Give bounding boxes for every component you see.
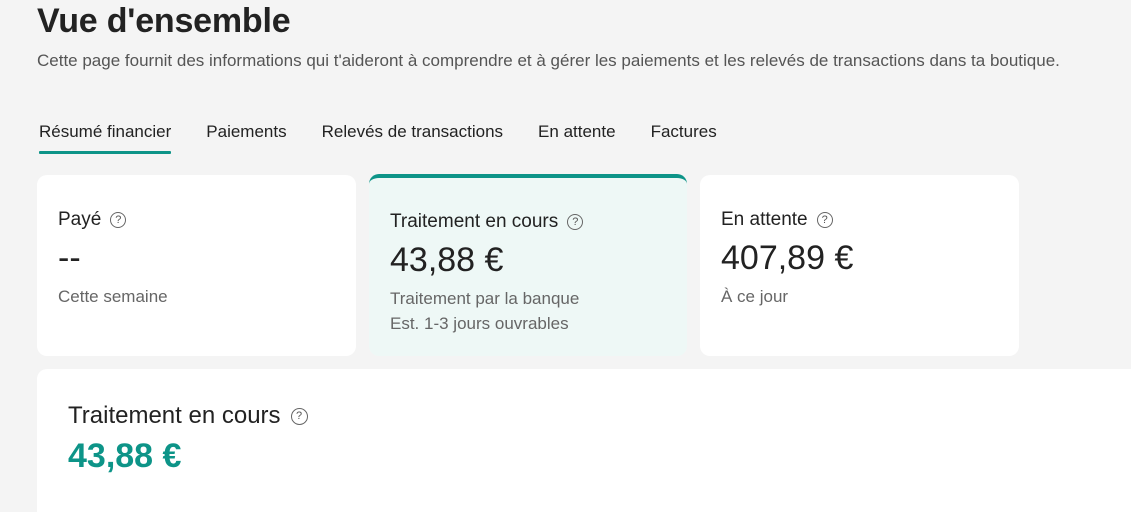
summary-card-processing[interactable]: Traitement en cours ? 43,88 € Traitement… — [369, 174, 687, 356]
card-amount: -- — [58, 239, 81, 277]
card-amount: 43,88 € — [390, 241, 504, 279]
tab-resume-financier[interactable]: Résumé financier — [39, 122, 172, 154]
card-subtext: Cette semaine — [58, 284, 168, 309]
card-header: Payé ? — [58, 209, 127, 231]
card-subtext: Traitement par la banque Est. 1-3 jours … — [390, 286, 579, 336]
card-subtext-line: Est. 1-3 jours ouvrables — [390, 314, 569, 333]
summary-card-paid[interactable]: Payé ? -- Cette semaine — [37, 175, 356, 356]
help-icon[interactable]: ? — [816, 212, 833, 228]
page-subtitle: Cette page fournit des informations qui … — [37, 51, 1060, 70]
detail-header: Traitement en cours ? — [68, 402, 308, 430]
help-icon[interactable]: ? — [290, 407, 308, 425]
tab-bar: Résumé financier Paiements Relevés de tr… — [39, 122, 752, 154]
card-amount: 407,89 € — [721, 239, 854, 277]
help-icon[interactable]: ? — [567, 214, 584, 230]
help-icon[interactable]: ? — [110, 212, 127, 228]
tab-releves-de-transactions[interactable]: Relevés de transactions — [322, 122, 503, 154]
tab-paiements[interactable]: Paiements — [206, 122, 286, 154]
detail-amount: 43,88 € — [68, 437, 182, 475]
card-header: En attente ? — [721, 209, 833, 231]
card-subtext-line: À ce jour — [721, 287, 789, 306]
tab-en-attente[interactable]: En attente — [538, 122, 616, 154]
detail-panel: Traitement en cours ? 43,88 € — [37, 369, 1131, 512]
card-subtext-line: Traitement par la banque — [390, 289, 580, 308]
detail-title: Traitement en cours — [68, 402, 281, 429]
card-subtext-line: Cette semaine — [58, 287, 168, 306]
summary-card-pending[interactable]: En attente ? 407,89 € À ce jour — [700, 175, 1019, 356]
page: Vue d'ensemble Cette page fournit des in… — [0, 0, 1131, 512]
tab-factures[interactable]: Factures — [651, 122, 717, 154]
card-title: Traitement en cours — [390, 211, 559, 232]
card-subtext: À ce jour — [721, 284, 788, 309]
page-title: Vue d'ensemble — [37, 2, 291, 40]
card-title: Payé — [58, 209, 102, 230]
card-title: En attente — [721, 209, 808, 230]
card-header: Traitement en cours ? — [390, 211, 584, 233]
